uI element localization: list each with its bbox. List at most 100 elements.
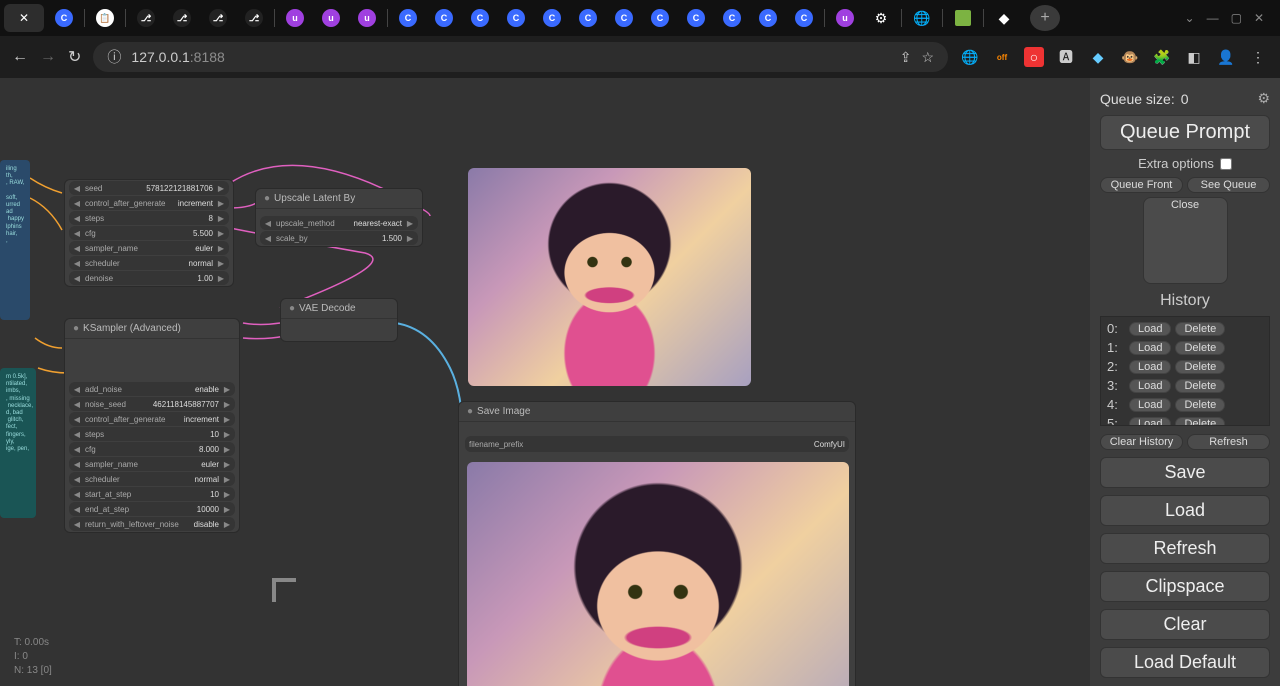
tab[interactable]: u <box>315 2 347 34</box>
tab[interactable]: 📋 <box>89 2 121 34</box>
decrement-icon[interactable]: ◀ <box>73 475 81 484</box>
history-load-button[interactable]: Load <box>1129 322 1171 336</box>
param-value[interactable]: 1.00 <box>197 274 213 283</box>
extension-icon[interactable]: ◆ <box>1088 47 1108 67</box>
decrement-icon[interactable]: ◀ <box>73 214 81 223</box>
side-panel-icon[interactable]: ◧ <box>1184 47 1204 67</box>
history-load-button[interactable]: Load <box>1129 417 1171 427</box>
extra-options-checkbox[interactable] <box>1220 158 1232 170</box>
node-param-row[interactable]: ◀steps8▶ <box>69 211 229 225</box>
decrement-icon[interactable]: ◀ <box>73 259 81 268</box>
reload-icon[interactable]: ↻ <box>68 47 81 67</box>
load-button[interactable]: Load <box>1100 495 1270 526</box>
node-param-row[interactable]: ◀seed578122121881706▶ <box>69 181 229 195</box>
tab[interactable]: C <box>644 2 676 34</box>
increment-icon[interactable]: ▶ <box>217 229 225 238</box>
node-param-row[interactable]: ◀sampler_nameeuler▶ <box>69 241 229 255</box>
node-param-row[interactable]: ◀scale_by1.500▶ <box>260 231 418 245</box>
decrement-icon[interactable]: ◀ <box>73 184 81 193</box>
tab[interactable]: u <box>279 2 311 34</box>
decrement-icon[interactable]: ◀ <box>73 490 81 499</box>
tab[interactable]: C <box>752 2 784 34</box>
increment-icon[interactable]: ▶ <box>223 520 231 529</box>
param-value[interactable]: 10000 <box>197 505 219 514</box>
param-value[interactable]: nearest-exact <box>354 219 402 228</box>
param-value[interactable]: 578122121881706 <box>146 184 213 193</box>
history-delete-button[interactable]: Delete <box>1175 379 1225 393</box>
queue-prompt-button[interactable]: Queue Prompt <box>1100 115 1270 150</box>
increment-icon[interactable]: ▶ <box>223 400 231 409</box>
tab[interactable]: C <box>608 2 640 34</box>
decrement-icon[interactable]: ◀ <box>73 199 81 208</box>
preview-image-node[interactable] <box>468 168 751 386</box>
tab[interactable]: C <box>500 2 532 34</box>
history-delete-button[interactable]: Delete <box>1175 322 1225 336</box>
param-value[interactable]: 5.500 <box>193 229 213 238</box>
save-button[interactable]: Save <box>1100 457 1270 488</box>
history-load-button[interactable]: Load <box>1129 341 1171 355</box>
node-param-row[interactable]: ◀return_with_leftover_noisedisable▶ <box>69 517 235 531</box>
load-default-button[interactable]: Load Default <box>1100 647 1270 678</box>
ksampler-node[interactable]: ◀seed578122121881706▶◀control_after_gene… <box>64 179 234 287</box>
extension-icon[interactable]: 🅰 <box>1056 47 1076 67</box>
tab[interactable]: 🌐 <box>906 2 938 34</box>
upscale-latent-node[interactable]: ●Upscale Latent By ◀upscale_methodneares… <box>255 188 423 247</box>
clear-button[interactable]: Clear <box>1100 609 1270 640</box>
filename-prefix-value[interactable]: ComfyUI <box>814 440 845 449</box>
param-value[interactable]: 10 <box>210 430 219 439</box>
param-value[interactable]: disable <box>194 520 219 529</box>
clear-history-button[interactable]: Clear History <box>1100 434 1183 450</box>
increment-icon[interactable]: ▶ <box>223 505 231 514</box>
history-load-button[interactable]: Load <box>1129 398 1171 412</box>
param-value[interactable]: increment <box>178 199 213 208</box>
decrement-icon[interactable]: ◀ <box>73 400 81 409</box>
history-load-button[interactable]: Load <box>1129 379 1171 393</box>
node-param-row[interactable]: ◀cfg8.000▶ <box>69 442 235 456</box>
tab[interactable]: ⎇ <box>238 2 270 34</box>
decrement-icon[interactable]: ◀ <box>73 505 81 514</box>
save-image-node[interactable]: ●Save Image filename_prefix ComfyUI <box>458 401 856 686</box>
param-value[interactable]: 8.000 <box>199 445 219 454</box>
param-value[interactable]: 10 <box>210 490 219 499</box>
history-load-button[interactable]: Load <box>1129 360 1171 374</box>
extension-icon[interactable]: 🌐 <box>960 47 980 67</box>
increment-icon[interactable]: ▶ <box>406 234 414 243</box>
decrement-icon[interactable]: ◀ <box>73 445 81 454</box>
increment-icon[interactable]: ▶ <box>217 199 225 208</box>
clipspace-button[interactable]: Clipspace <box>1100 571 1270 602</box>
site-info-icon[interactable]: ⓘ <box>107 47 121 67</box>
tab[interactable]: ⎇ <box>130 2 162 34</box>
param-value[interactable]: euler <box>201 460 219 469</box>
decrement-icon[interactable]: ◀ <box>73 415 81 424</box>
maximize-icon[interactable]: ▢ <box>1231 11 1242 25</box>
decrement-icon[interactable]: ◀ <box>264 234 272 243</box>
ksampler-advanced-node[interactable]: ●KSampler (Advanced) ◀add_noiseenable▶◀n… <box>64 318 240 533</box>
increment-icon[interactable]: ▶ <box>217 274 225 283</box>
node-canvas[interactable]: iling th, , RAW, soft, urred ad happy lp… <box>0 78 1090 686</box>
prompt-node-positive[interactable]: iling th, , RAW, soft, urred ad happy lp… <box>0 160 30 320</box>
decrement-icon[interactable]: ◀ <box>73 229 81 238</box>
tab[interactable]: C <box>572 2 604 34</box>
history-delete-button[interactable]: Delete <box>1175 360 1225 374</box>
param-value[interactable]: 1.500 <box>382 234 402 243</box>
decrement-icon[interactable]: ◀ <box>73 385 81 394</box>
history-delete-button[interactable]: Delete <box>1175 341 1225 355</box>
close-window-icon[interactable]: ✕ <box>1254 11 1264 25</box>
history-delete-button[interactable]: Delete <box>1175 417 1225 427</box>
tab[interactable]: ⎇ <box>202 2 234 34</box>
param-value[interactable]: normal <box>195 475 219 484</box>
increment-icon[interactable]: ▶ <box>223 415 231 424</box>
queue-front-button[interactable]: Queue Front <box>1100 177 1183 193</box>
node-param-row[interactable]: ◀steps10▶ <box>69 427 235 441</box>
node-param-row[interactable]: ◀schedulernormal▶ <box>69 256 229 270</box>
refresh-button[interactable]: Refresh <box>1100 533 1270 564</box>
tab[interactable]: u <box>351 2 383 34</box>
node-param-row[interactable]: ◀cfg5.500▶ <box>69 226 229 240</box>
extension-icon[interactable]: ○ <box>1024 47 1044 67</box>
increment-icon[interactable]: ▶ <box>217 214 225 223</box>
node-param-row[interactable]: ◀noise_seed462118145887707▶ <box>69 397 235 411</box>
vae-decode-node[interactable]: ●VAE Decode <box>280 298 398 342</box>
increment-icon[interactable]: ▶ <box>217 184 225 193</box>
param-value[interactable]: euler <box>195 244 213 253</box>
profile-icon[interactable]: 👤 <box>1216 47 1236 67</box>
